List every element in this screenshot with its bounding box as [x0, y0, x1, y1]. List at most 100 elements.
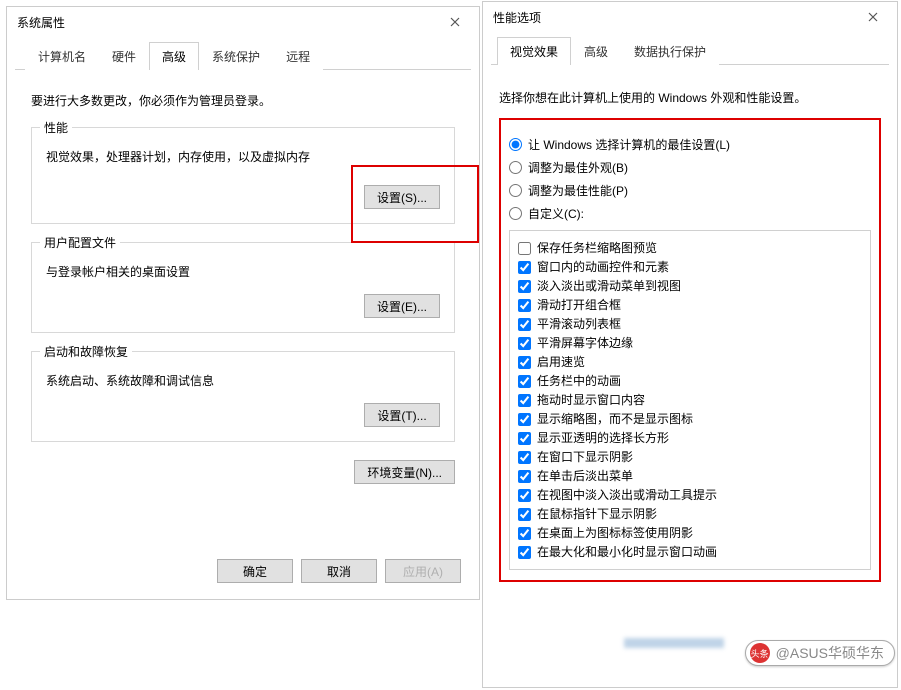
radio-custom[interactable]: 自定义(C): — [509, 205, 871, 222]
checkbox-row[interactable]: 启用速览 — [518, 354, 862, 370]
radio-input[interactable] — [509, 207, 522, 220]
radio-input[interactable] — [509, 138, 522, 151]
watermark-at: @ — [776, 645, 790, 661]
checkbox-label: 在桌面上为图标标签使用阴影 — [537, 525, 693, 541]
tabs: 计算机名 硬件 高级 系统保护 远程 — [15, 41, 471, 70]
checkbox-label: 窗口内的动画控件和元素 — [537, 259, 669, 275]
checkbox-label: 保存任务栏缩略图预览 — [537, 240, 657, 256]
group-performance: 性能 视觉效果，处理器计划，内存使用，以及虚拟内存 设置(S)... — [31, 127, 455, 224]
checkbox-input[interactable] — [518, 451, 531, 464]
tab-remote[interactable]: 远程 — [273, 42, 323, 70]
checkbox-input[interactable] — [518, 489, 531, 502]
checkbox-input[interactable] — [518, 375, 531, 388]
startup-settings-button[interactable]: 设置(T)... — [364, 403, 440, 427]
checkbox-label: 平滑滚动列表框 — [537, 316, 621, 332]
dialog-body: 选择你想在此计算机上使用的 Windows 外观和性能设置。 让 Windows… — [483, 65, 897, 592]
group-startup-recovery: 启动和故障恢复 系统启动、系统故障和调试信息 设置(T)... — [31, 351, 455, 442]
tab-visual-effects[interactable]: 视觉效果 — [497, 37, 571, 65]
admin-note: 要进行大多数更改，你必须作为管理员登录。 — [31, 92, 455, 109]
checkbox-row[interactable]: 显示缩略图，而不是显示图标 — [518, 411, 862, 427]
dialog-title: 性能选项 — [493, 9, 541, 26]
tabs: 视觉效果 高级 数据执行保护 — [491, 36, 889, 65]
tab-dep[interactable]: 数据执行保护 — [621, 37, 719, 65]
checkbox-label: 任务栏中的动画 — [537, 373, 621, 389]
tab-advanced[interactable]: 高级 — [149, 42, 199, 70]
apply-button[interactable]: 应用(A) — [385, 559, 461, 583]
performance-settings-button[interactable]: 设置(S)... — [364, 185, 440, 209]
checkbox-input[interactable] — [518, 318, 531, 331]
checkbox-row[interactable]: 任务栏中的动画 — [518, 373, 862, 389]
watermark-icon: 头条 — [750, 643, 770, 663]
tab-computer-name[interactable]: 计算机名 — [25, 42, 99, 70]
intro-text: 选择你想在此计算机上使用的 Windows 外观和性能设置。 — [499, 89, 881, 106]
group-legend: 用户配置文件 — [40, 234, 120, 251]
close-button[interactable] — [439, 11, 471, 33]
checkbox-label: 显示亚透明的选择长方形 — [537, 430, 669, 446]
checkbox-row[interactable]: 拖动时显示窗口内容 — [518, 392, 862, 408]
dialog-actions: 确定 取消 应用(A) — [209, 559, 461, 583]
dialog-body: 要进行大多数更改，你必须作为管理员登录。 性能 视觉效果，处理器计划，内存使用，… — [7, 70, 479, 498]
checkbox-label: 拖动时显示窗口内容 — [537, 392, 645, 408]
system-properties-dialog: 系统属性 计算机名 硬件 高级 系统保护 远程 要进行大多数更改，你必须作为管理… — [6, 6, 480, 600]
checkbox-label: 在视图中淡入淡出或滑动工具提示 — [537, 487, 717, 503]
checkbox-row[interactable]: 窗口内的动画控件和元素 — [518, 259, 862, 275]
group-legend: 性能 — [40, 119, 72, 136]
checkbox-row[interactable]: 在最大化和最小化时显示窗口动画 — [518, 544, 862, 560]
watermark-pill: 头条 @ ASUS华硕华东 — [745, 640, 895, 666]
radio-label: 自定义(C): — [528, 205, 584, 222]
titlebar: 性能选项 — [483, 2, 897, 32]
titlebar: 系统属性 — [7, 7, 479, 37]
checkbox-input[interactable] — [518, 280, 531, 293]
ok-button[interactable]: 确定 — [217, 559, 293, 583]
highlight-box: 让 Windows 选择计算机的最佳设置(L) 调整为最佳外观(B) 调整为最佳… — [499, 118, 881, 582]
checkbox-row[interactable]: 保存任务栏缩略图预览 — [518, 240, 862, 256]
checkbox-label: 在窗口下显示阴影 — [537, 449, 633, 465]
checkbox-row[interactable]: 在单击后淡出菜单 — [518, 468, 862, 484]
checkbox-input[interactable] — [518, 527, 531, 540]
checkbox-input[interactable] — [518, 432, 531, 445]
checkbox-row[interactable]: 淡入淡出或滑动菜单到视图 — [518, 278, 862, 294]
checkbox-input[interactable] — [518, 242, 531, 255]
checkbox-input[interactable] — [518, 413, 531, 426]
radio-label: 调整为最佳外观(B) — [528, 159, 628, 176]
checkbox-input[interactable] — [518, 508, 531, 521]
checkbox-row[interactable]: 在窗口下显示阴影 — [518, 449, 862, 465]
checkbox-input[interactable] — [518, 546, 531, 559]
close-icon — [868, 12, 878, 22]
radio-best-performance[interactable]: 调整为最佳性能(P) — [509, 182, 871, 199]
group-desc: 与登录帐户相关的桌面设置 — [46, 263, 440, 280]
radio-input[interactable] — [509, 161, 522, 174]
checkbox-input[interactable] — [518, 394, 531, 407]
checkbox-label: 在鼠标指针下显示阴影 — [537, 506, 657, 522]
checkbox-row[interactable]: 平滑滚动列表框 — [518, 316, 862, 332]
checkbox-label: 平滑屏幕字体边缘 — [537, 335, 633, 351]
checkbox-label: 淡入淡出或滑动菜单到视图 — [537, 278, 681, 294]
tab-system-protection[interactable]: 系统保护 — [199, 42, 273, 70]
cancel-button[interactable]: 取消 — [301, 559, 377, 583]
checkbox-input[interactable] — [518, 470, 531, 483]
environment-variables-button[interactable]: 环境变量(N)... — [354, 460, 455, 484]
checkbox-input[interactable] — [518, 261, 531, 274]
checkbox-label: 显示缩略图，而不是显示图标 — [537, 411, 693, 427]
checkbox-row[interactable]: 在桌面上为图标标签使用阴影 — [518, 525, 862, 541]
radio-best-appearance[interactable]: 调整为最佳外观(B) — [509, 159, 871, 176]
checkbox-input[interactable] — [518, 337, 531, 350]
checkbox-row[interactable]: 滑动打开组合框 — [518, 297, 862, 313]
checkbox-row[interactable]: 平滑屏幕字体边缘 — [518, 335, 862, 351]
tab-advanced[interactable]: 高级 — [571, 37, 621, 65]
checkbox-input[interactable] — [518, 299, 531, 312]
user-profiles-settings-button[interactable]: 设置(E)... — [364, 294, 440, 318]
checkbox-row[interactable]: 在视图中淡入淡出或滑动工具提示 — [518, 487, 862, 503]
radio-label: 让 Windows 选择计算机的最佳设置(L) — [528, 136, 730, 153]
close-button[interactable] — [857, 6, 889, 28]
group-desc: 视觉效果，处理器计划，内存使用，以及虚拟内存 — [46, 148, 440, 165]
checkbox-label: 在最大化和最小化时显示窗口动画 — [537, 544, 717, 560]
radio-let-windows-choose[interactable]: 让 Windows 选择计算机的最佳设置(L) — [509, 136, 871, 153]
radio-input[interactable] — [509, 184, 522, 197]
checkbox-input[interactable] — [518, 356, 531, 369]
checkbox-row[interactable]: 在鼠标指针下显示阴影 — [518, 506, 862, 522]
dialog-title: 系统属性 — [17, 14, 65, 31]
checkbox-label: 滑动打开组合框 — [537, 297, 621, 313]
tab-hardware[interactable]: 硬件 — [99, 42, 149, 70]
checkbox-row[interactable]: 显示亚透明的选择长方形 — [518, 430, 862, 446]
